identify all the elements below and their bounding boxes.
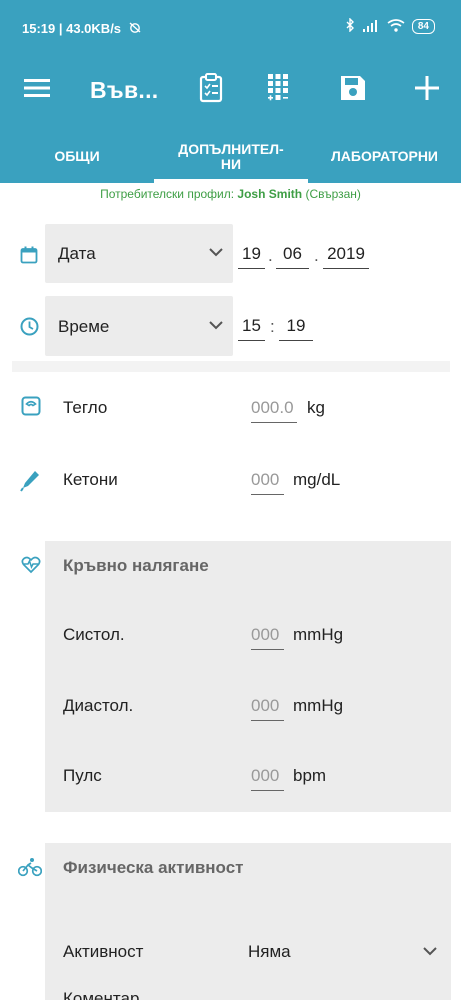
- scale-icon: [21, 396, 41, 421]
- pulse-label: Пулс: [63, 766, 102, 785]
- date-day-field[interactable]: 19: [238, 244, 265, 269]
- status-time-speed: 15:19 | 43.0KB/s: [22, 21, 122, 36]
- tab-indicator: [154, 179, 308, 183]
- page-title: Във...: [90, 76, 159, 103]
- clock-icon: [20, 317, 39, 341]
- dropper-icon: [20, 470, 40, 497]
- weight-label: Тегло: [63, 398, 108, 417]
- chevron-down-icon: [423, 943, 437, 961]
- chevron-down-icon: [209, 244, 223, 262]
- wifi-icon: [387, 18, 405, 35]
- pulse-unit: bpm: [293, 766, 327, 785]
- date-type-dropdown[interactable]: Дата: [45, 224, 233, 283]
- diastolic-unit: mmHg: [293, 696, 344, 715]
- systolic-unit: mmHg: [293, 625, 344, 644]
- blood-pressure-title: Кръвно налягане: [63, 556, 209, 575]
- ketones-label: Кетони: [63, 470, 118, 489]
- systolic-label: Систол.: [63, 625, 125, 644]
- ketones-input[interactable]: 000: [251, 470, 284, 495]
- user-profile-line: Потребителски профил: Josh Smith (Свърза…: [100, 187, 361, 201]
- time-minute-field[interactable]: 19: [279, 316, 313, 341]
- menu-button[interactable]: [16, 58, 58, 122]
- systolic-input[interactable]: 000: [251, 625, 284, 650]
- toolbar: Във...: [0, 58, 461, 122]
- diastolic-label: Диастол.: [63, 696, 134, 715]
- section-divider: [12, 361, 450, 372]
- clipboard-button[interactable]: [190, 58, 232, 122]
- physical-activity-panel: Физическа активност Активност Няма Комен…: [45, 843, 451, 1000]
- blood-pressure-panel: Кръвно налягане Систол. 000 mmHg Диастол…: [45, 541, 451, 812]
- alarm-icon: [128, 21, 142, 36]
- tab-laboratory[interactable]: ЛАБОРАТОРНИ: [308, 130, 461, 183]
- diastolic-input[interactable]: 000: [251, 696, 284, 721]
- time-type-label: Време: [58, 317, 110, 336]
- chevron-down-icon: [209, 317, 223, 335]
- comment-label: Коментар: [63, 989, 140, 1000]
- bicycle-icon: [17, 857, 43, 882]
- signal-icon: [362, 19, 380, 35]
- add-icon: [414, 75, 440, 106]
- save-button[interactable]: [332, 58, 374, 122]
- ketones-unit: mg/dL: [293, 470, 341, 489]
- status-bar: 15:19 | 43.0KB/s 84: [0, 0, 461, 58]
- add-button[interactable]: [406, 58, 448, 122]
- activity-value: Няма: [248, 942, 291, 961]
- tab-bar: ОБЩИ ДОПЪЛНИТЕЛ- НИ ЛАБОРАТОРНИ: [0, 130, 461, 183]
- time-type-dropdown[interactable]: Време: [45, 296, 233, 356]
- app-bar: 15:19 | 43.0KB/s 84 Във... ОБЩИ ДОПЪЛНИТ…: [0, 0, 461, 183]
- activity-dropdown[interactable]: Няма: [248, 935, 447, 969]
- weight-unit: kg: [307, 398, 325, 417]
- date-month-field[interactable]: 06: [276, 244, 309, 269]
- time-hour-field[interactable]: 15: [238, 316, 265, 341]
- weight-input[interactable]: 000.0: [251, 398, 297, 423]
- bluetooth-icon: [345, 17, 355, 35]
- calendar-icon: [20, 246, 38, 269]
- keypad-icon: [266, 73, 290, 108]
- date-year-field[interactable]: 2019: [323, 244, 369, 269]
- menu-icon: [24, 78, 50, 103]
- tab-additional[interactable]: ДОПЪЛНИТЕЛ- НИ: [154, 130, 308, 183]
- physical-activity-title: Физическа активност: [63, 858, 244, 877]
- date-type-label: Дата: [58, 244, 96, 263]
- battery-badge: 84: [411, 19, 435, 34]
- heart-pulse-icon: [21, 556, 41, 579]
- save-icon: [339, 74, 367, 107]
- keypad-button[interactable]: [257, 58, 299, 122]
- activity-label: Активност: [63, 942, 144, 961]
- profile-name: Josh Smith: [237, 187, 303, 201]
- pulse-input[interactable]: 000: [251, 766, 284, 791]
- tab-general[interactable]: ОБЩИ: [0, 130, 154, 183]
- clipboard-icon: [199, 72, 223, 108]
